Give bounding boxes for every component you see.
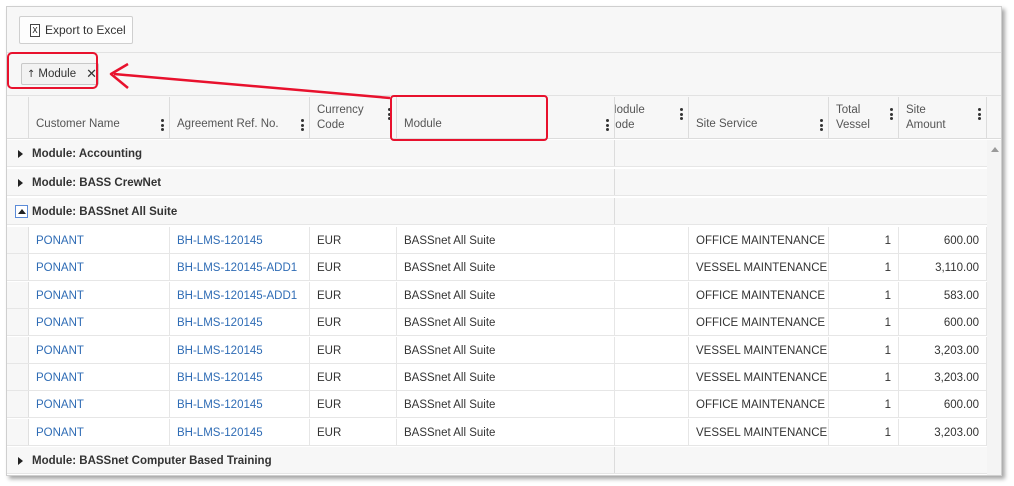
annotation-arrow [109,62,391,100]
